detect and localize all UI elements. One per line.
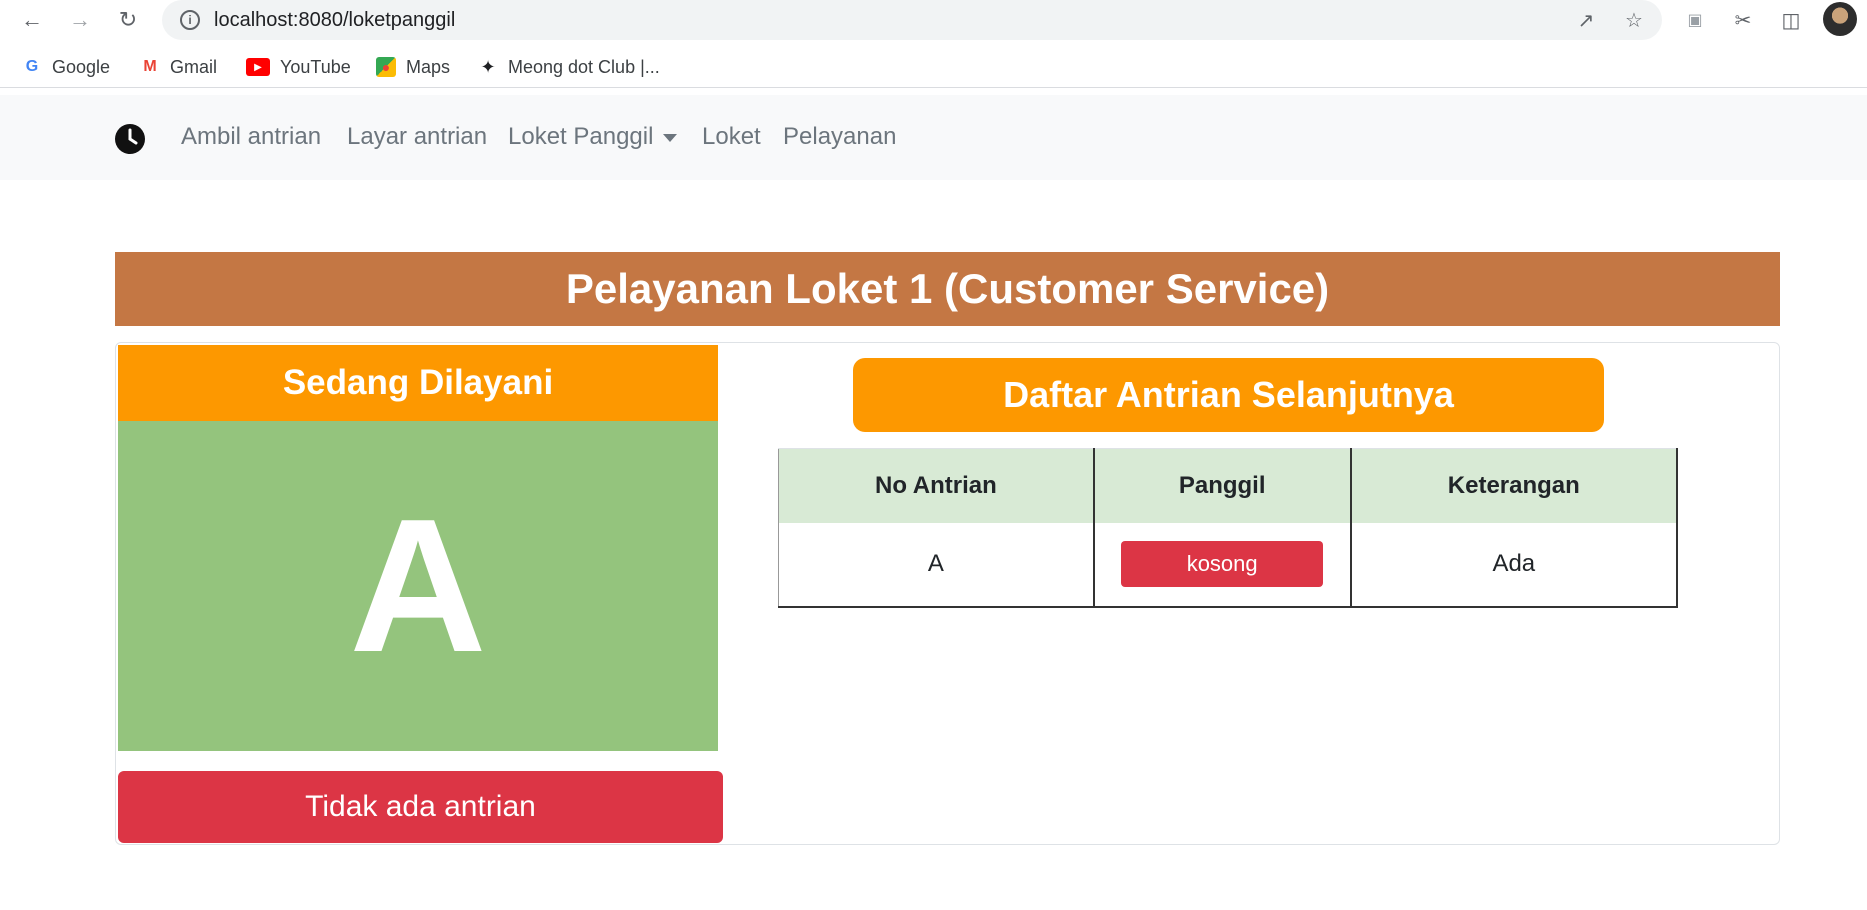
table-row: A kosong Ada [777, 522, 1679, 608]
puzzle-icon[interactable]: ✂ [1727, 4, 1759, 36]
nav-loket-panggil-label: Loket Panggil [508, 123, 654, 150]
service-card: Sedang Dilayani A Tidak ada antrian Daft… [115, 342, 1780, 845]
bookmark-meong[interactable]: ✦ Meong dot Club |... [478, 54, 660, 80]
site-info-icon[interactable]: i [180, 10, 200, 30]
bookmark-youtube[interactable]: ▶ YouTube [246, 54, 351, 80]
bookmark-gmail[interactable]: M Gmail [140, 54, 217, 80]
side-panel-icon[interactable]: ◫ [1775, 4, 1807, 36]
bookmark-star-icon[interactable]: ☆ [1620, 6, 1648, 34]
bookmark-label: Gmail [170, 56, 218, 77]
browser-toolbar: ← → ↻ i localhost:8080/loketpanggil ↗ ☆ … [0, 0, 1867, 40]
no-queue-button[interactable]: Tidak ada antrian [118, 771, 723, 843]
nav-loket[interactable]: Loket [702, 123, 761, 151]
page-title-bar: Pelayanan Loket 1 (Customer Service) [115, 252, 1780, 326]
reload-icon[interactable]: ↻ [112, 4, 144, 36]
nav-loket-panggil[interactable]: Loket Panggil [508, 123, 678, 151]
gmail-icon: M [143, 58, 157, 75]
share-icon[interactable]: ↗ [1572, 6, 1600, 34]
address-bar[interactable]: i localhost:8080/loketpanggil ↗ ☆ [162, 0, 1662, 40]
column-header-panggil: Panggil [1093, 448, 1352, 523]
back-arrow-icon[interactable]: ← [16, 4, 48, 36]
google-icon: G [25, 58, 39, 75]
note-cell: Ada [1350, 522, 1679, 608]
bookmark-label: Google [52, 56, 111, 77]
bookmarks-bar: G Google M Gmail ▶ YouTube ● Maps ✦ Meon… [0, 46, 1867, 88]
extension-icon[interactable]: ▣ [1679, 4, 1711, 36]
bookmark-maps[interactable]: ● Maps [376, 54, 450, 80]
table-header-row: No Antrian Panggil Keterangan [777, 448, 1679, 523]
call-cell: kosong [1093, 522, 1352, 608]
next-queue-heading-box: Daftar Antrian Selanjutnya [853, 358, 1604, 432]
next-queue-heading: Daftar Antrian Selanjutnya [1003, 374, 1454, 415]
bookmark-google[interactable]: G Google [22, 54, 110, 80]
queue-number-cell: A [777, 522, 1095, 608]
queue-table: No Antrian Panggil Keterangan A kosong A… [777, 448, 1679, 608]
app-navbar: Ambil antrian Layar antrian Loket Panggi… [0, 95, 1867, 180]
serving-heading: Sedang Dilayani [282, 363, 554, 402]
column-header-keterangan: Keterangan [1350, 448, 1679, 523]
nav-layar-antrian[interactable]: Layar antrian [347, 123, 487, 151]
bookmark-label: YouTube [280, 56, 351, 77]
forward-arrow-icon[interactable]: → [64, 4, 96, 36]
dropdown-caret-icon [663, 133, 678, 142]
page-title: Pelayanan Loket 1 (Customer Service) [565, 265, 1330, 312]
clock-icon[interactable] [115, 124, 145, 154]
bookmark-label: Maps [406, 56, 451, 77]
column-header-no: No Antrian [777, 448, 1095, 523]
maps-icon: ● [376, 57, 396, 77]
profile-avatar[interactable] [1823, 2, 1857, 36]
call-button[interactable]: kosong [1121, 541, 1324, 587]
cat-icon: ✦ [480, 56, 496, 77]
url-text[interactable]: localhost:8080/loketpanggil [214, 9, 455, 32]
youtube-icon: ▶ [246, 58, 270, 76]
bookmark-label: Meong dot Club |... [508, 56, 660, 77]
current-number: A [349, 480, 487, 692]
current-number-box: A [118, 421, 718, 751]
serving-heading-box: Sedang Dilayani [118, 345, 718, 421]
nav-ambil-antrian[interactable]: Ambil antrian [181, 123, 321, 151]
nav-pelayanan[interactable]: Pelayanan [783, 123, 896, 151]
